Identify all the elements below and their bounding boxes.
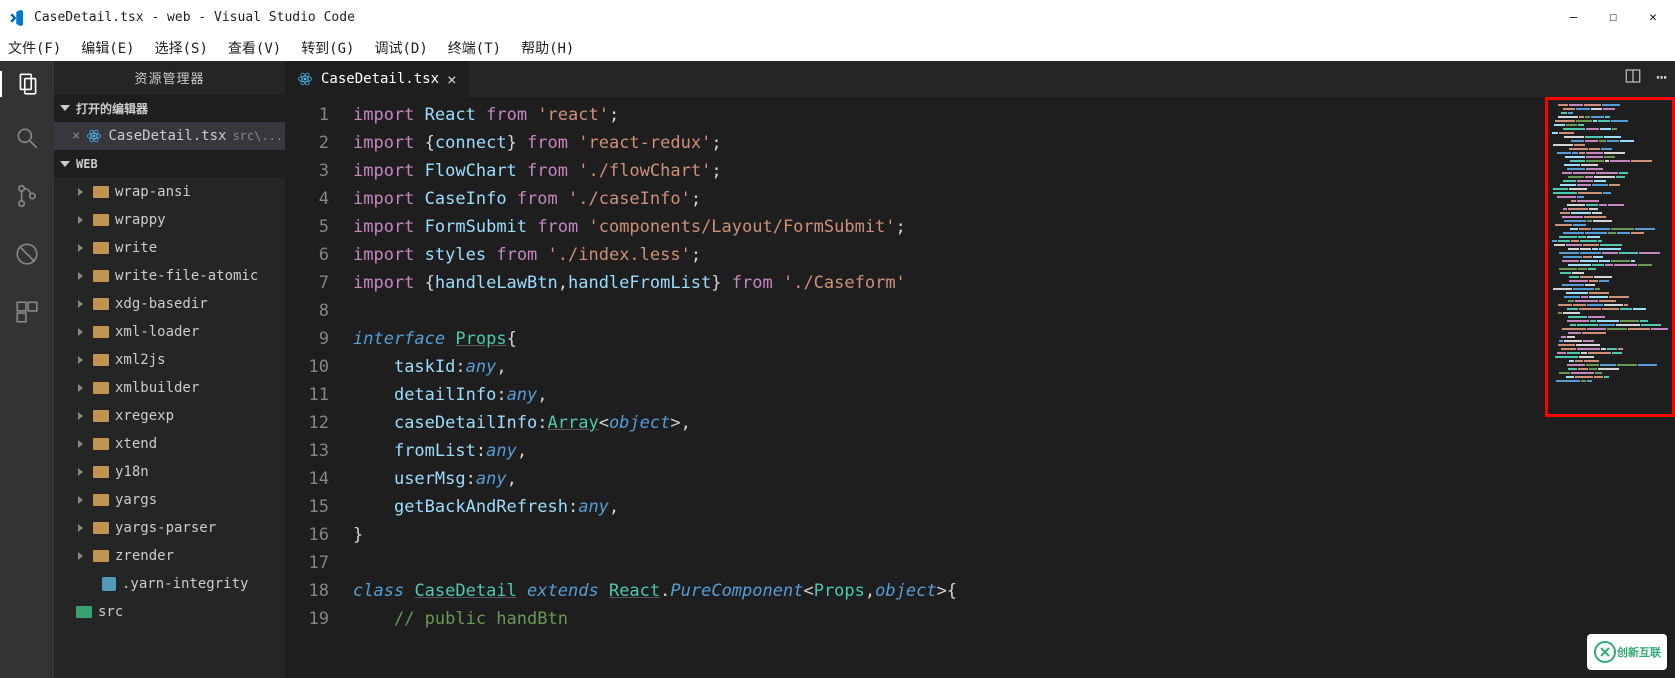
open-editor-file[interactable]: × CaseDetail.tsx src\... (54, 122, 285, 150)
window-title: CaseDetail.tsx - web - Visual Studio Cod… (34, 10, 1570, 25)
sidebar-explorer: 资源管理器 打开的编辑器 × CaseDetail.tsx src\... WE… (54, 61, 285, 678)
open-editors-header[interactable]: 打开的编辑器 (54, 94, 285, 122)
file-icon (102, 577, 116, 591)
tree-folder-wrap-ansi[interactable]: wrap-ansi (54, 178, 285, 206)
chevron-right-icon (78, 216, 83, 224)
tree-folder-xml-loader[interactable]: xml-loader (54, 318, 285, 346)
editor-tab-casedetail[interactable]: CaseDetail.tsx × (285, 61, 469, 97)
folder-icon (93, 550, 109, 562)
tree-folder-yargs[interactable]: yargs (54, 486, 285, 514)
folder-icon (93, 494, 109, 506)
tree-folder-yargs-parser[interactable]: yargs-parser (54, 514, 285, 542)
menu-help[interactable]: 帮助(H) (521, 38, 574, 58)
activity-search[interactable] (14, 125, 40, 155)
folder-icon (93, 242, 109, 254)
code-editor[interactable]: 12345678910111213141516171819 import Rea… (285, 97, 1675, 678)
menu-bar: 文件(F) 编辑(E) 选择(S) 查看(V) 转到(G) 调试(D) 终端(T… (0, 35, 1675, 61)
folder-icon (93, 298, 109, 310)
menu-view[interactable]: 查看(V) (228, 38, 281, 58)
close-file-icon[interactable]: × (72, 128, 80, 144)
chevron-right-icon (78, 244, 83, 252)
chevron-right-icon (78, 300, 83, 308)
tree-folder-xmlbuilder[interactable]: xmlbuilder (54, 374, 285, 402)
menu-edit[interactable]: 编辑(E) (81, 38, 134, 58)
tree-folder-xtend[interactable]: xtend (54, 430, 285, 458)
line-numbers: 12345678910111213141516171819 (285, 101, 353, 678)
tree-folder-xregexp[interactable]: xregexp (54, 402, 285, 430)
activity-bar (0, 61, 54, 678)
watermark-logo: 创新互联 (1587, 634, 1667, 670)
tree-folder-xdg-basedir[interactable]: xdg-basedir (54, 290, 285, 318)
project-header[interactable]: WEB (54, 150, 285, 178)
react-file-icon (297, 71, 313, 87)
tree-folder-zrender[interactable]: zrender (54, 542, 285, 570)
chevron-right-icon (78, 188, 83, 196)
activity-debug[interactable] (14, 241, 40, 271)
split-editor-icon[interactable] (1624, 67, 1642, 89)
folder-icon (93, 410, 109, 422)
activity-extensions[interactable] (14, 299, 40, 329)
maximize-button[interactable]: ☐ (1609, 10, 1617, 25)
tree-folder-write-file-atomic[interactable]: write-file-atomic (54, 262, 285, 290)
chevron-right-icon (78, 440, 83, 448)
editor-tabs: CaseDetail.tsx × (285, 61, 1675, 97)
folder-icon (76, 606, 92, 618)
activity-scm[interactable] (14, 183, 40, 213)
folder-icon (93, 186, 109, 198)
menu-selection[interactable]: 选择(S) (155, 38, 208, 58)
folder-icon (93, 438, 109, 450)
folder-icon (93, 382, 109, 394)
chevron-right-icon (78, 412, 83, 420)
chevron-right-icon (78, 552, 83, 560)
activity-explorer[interactable] (0, 71, 54, 97)
tree-folder-src[interactable]: src (54, 598, 285, 626)
explorer-title: 资源管理器 (54, 61, 285, 94)
folder-icon (93, 326, 109, 338)
folder-icon (93, 354, 109, 366)
chevron-right-icon (78, 356, 83, 364)
chevron-right-icon (78, 496, 83, 504)
folder-icon (93, 522, 109, 534)
window-controls: — ☐ ✕ (1570, 10, 1667, 25)
tree-file-yarn-integrity[interactable]: .yarn-integrity (54, 570, 285, 598)
vscode-logo-icon (8, 9, 26, 27)
chevron-right-icon (78, 468, 83, 476)
menu-go[interactable]: 转到(G) (301, 38, 354, 58)
close-tab-icon[interactable]: × (447, 70, 457, 89)
code-content[interactable]: import React from 'react'; import {conne… (353, 101, 1675, 678)
close-window-button[interactable]: ✕ (1649, 10, 1657, 25)
chevron-right-icon (78, 384, 83, 392)
folder-icon (93, 466, 109, 478)
chevron-right-icon (78, 272, 83, 280)
tree-folder-wrappy[interactable]: wrappy (54, 206, 285, 234)
react-file-icon (86, 128, 102, 144)
menu-debug[interactable]: 调试(D) (374, 38, 427, 58)
minimize-button[interactable]: — (1570, 10, 1578, 25)
workbench: 资源管理器 打开的编辑器 × CaseDetail.tsx src\... WE… (0, 61, 1675, 678)
window-titlebar: CaseDetail.tsx - web - Visual Studio Cod… (0, 0, 1675, 35)
chevron-right-icon (78, 524, 83, 532)
tree-folder-xml2js[interactable]: xml2js (54, 346, 285, 374)
editor-actions: ⋯ (1624, 67, 1667, 89)
chevron-right-icon (78, 328, 83, 336)
chevron-down-icon (60, 161, 70, 167)
tree-folder-write[interactable]: write (54, 234, 285, 262)
folder-icon (93, 270, 109, 282)
editor-group: CaseDetail.tsx × ⋯ 123456789101112131415… (285, 61, 1675, 678)
chevron-down-icon (60, 105, 70, 111)
menu-file[interactable]: 文件(F) (8, 38, 61, 58)
folder-icon (93, 214, 109, 226)
minimap[interactable] (1545, 97, 1675, 417)
menu-terminal[interactable]: 终端(T) (448, 38, 501, 58)
tree-folder-y18n[interactable]: y18n (54, 458, 285, 486)
more-actions-icon[interactable]: ⋯ (1656, 67, 1667, 89)
